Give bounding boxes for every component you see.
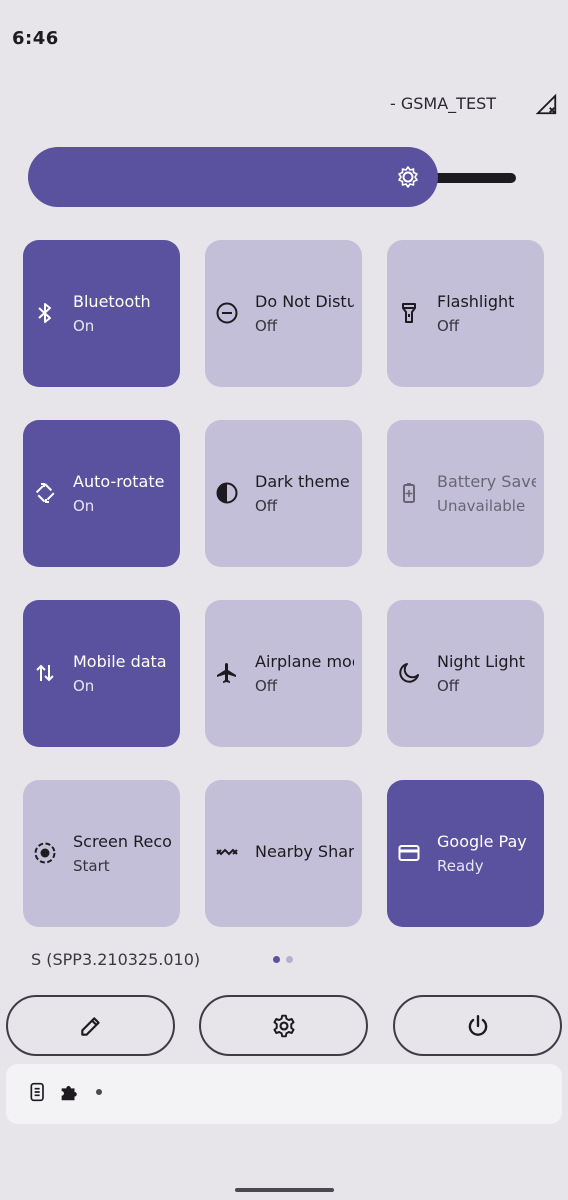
tile-label: Flashlight (437, 292, 515, 311)
tile-airplane-mode[interactable]: Airplane mode Off (205, 600, 362, 747)
tile-label: Night Light (437, 652, 525, 671)
notification-bar[interactable] (6, 1064, 562, 1124)
sim-icon (30, 1082, 44, 1102)
tile-battery-saver[interactable]: Battery Saver Unavailable (387, 420, 544, 567)
tile-state: Off (255, 677, 278, 695)
tile-state: On (73, 497, 95, 515)
no-signal-icon (536, 94, 557, 115)
tile-screen-record[interactable]: Screen Record Start (23, 780, 180, 927)
power-icon (468, 1014, 487, 1036)
tile-auto-rotate[interactable]: Auto-rotate On (23, 420, 180, 567)
gear-icon (272, 1014, 295, 1037)
status-time: 6:46 (12, 28, 59, 49)
tile-label: Dark theme (255, 472, 350, 491)
home-indicator[interactable] (235, 1188, 334, 1192)
tile-night-light[interactable]: Night Light Off (387, 600, 544, 747)
tile-state: Off (255, 497, 278, 515)
tile-label: Google Pay (437, 832, 527, 851)
tile-label: Airplane mode (255, 652, 354, 671)
mobile-data-icon (36, 664, 54, 682)
dot-icon (96, 1089, 102, 1095)
tile-state: Start (73, 857, 110, 875)
tile-do-not-disturb[interactable]: Do Not Disturb Off (205, 240, 362, 387)
auto-rotate-icon (35, 483, 55, 503)
tile-state: On (73, 677, 95, 695)
build-number: S (SPP3.210325.010) (31, 950, 201, 969)
card-icon (398, 845, 420, 861)
pencil-icon (80, 1016, 100, 1036)
airplane-icon (217, 663, 236, 683)
tile-state: Off (255, 317, 278, 335)
tile-label: Bluetooth (73, 292, 151, 311)
tile-state: Off (437, 317, 460, 335)
tile-label: Auto-rotate (73, 472, 165, 491)
page-indicator (273, 956, 297, 964)
brightness-icon (398, 166, 418, 188)
power-button[interactable] (393, 995, 562, 1056)
tile-label: Screen Record (73, 832, 172, 851)
tile-label: Do Not Disturb (255, 292, 354, 311)
night-light-icon (399, 663, 419, 683)
do-not-disturb-icon (216, 302, 238, 324)
carrier-row: - GSMA_TEST (0, 94, 568, 118)
tile-dark-theme[interactable]: Dark theme Off (205, 420, 362, 567)
tile-label: Nearby Share (255, 842, 354, 861)
nearby-share-icon (216, 848, 238, 856)
tile-bluetooth[interactable]: Bluetooth On (23, 240, 180, 387)
tile-label: Mobile data (73, 652, 167, 671)
carrier-label: - GSMA_TEST (390, 94, 496, 113)
brightness-fill[interactable] (28, 147, 438, 207)
tile-state: Off (437, 677, 460, 695)
screen-record-icon (34, 842, 56, 864)
flashlight-icon (402, 303, 416, 323)
tile-google-pay[interactable]: Google Pay Ready (387, 780, 544, 927)
tile-state: Ready (437, 857, 484, 875)
tile-state: Unavailable (437, 497, 526, 515)
settings-button[interactable] (199, 995, 368, 1056)
tile-nearby-share[interactable]: Nearby Share (205, 780, 362, 927)
tile-flashlight[interactable]: Flashlight Off (387, 240, 544, 387)
dark-theme-icon (216, 482, 238, 504)
tile-state: On (73, 317, 95, 335)
edit-button[interactable] (6, 995, 175, 1056)
battery-saver-icon (403, 483, 415, 503)
page-dot (286, 956, 293, 963)
tile-mobile-data[interactable]: Mobile data On (23, 600, 180, 747)
brightness-slider[interactable] (28, 147, 516, 207)
puzzle-icon (61, 1086, 77, 1101)
bluetooth-icon (38, 303, 51, 323)
page-dot-active (273, 956, 280, 963)
tile-label: Battery Saver (437, 472, 536, 491)
